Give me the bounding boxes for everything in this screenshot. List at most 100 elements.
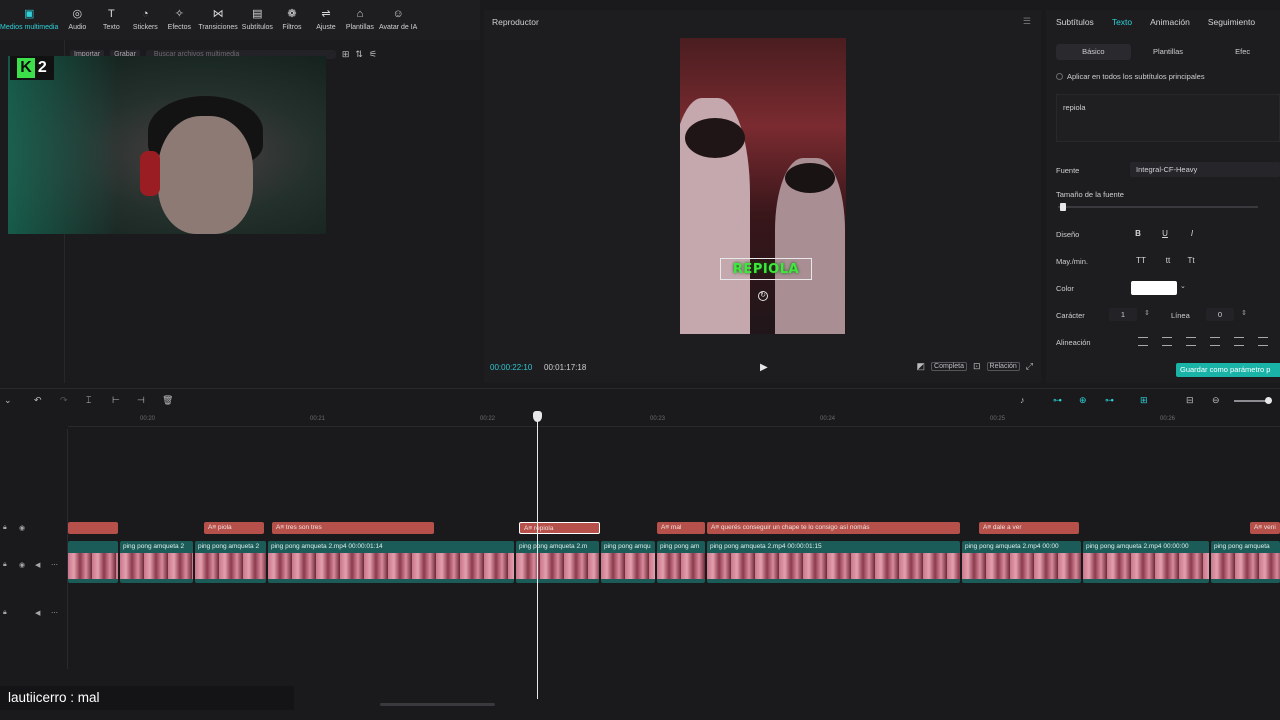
more-icon[interactable]: ⋯ [51, 609, 58, 617]
subtab-templates[interactable]: Plantillas [1131, 44, 1206, 60]
tool-media[interactable]: ▣ Medios multimedia [0, 8, 58, 31]
bold-button[interactable]: B [1131, 227, 1145, 241]
more-icon[interactable]: ⋯ [51, 561, 58, 569]
zoom-slider-handle[interactable] [1265, 397, 1272, 404]
line-stepper-icon[interactable]: ⇕ [1241, 309, 1247, 317]
microphone-icon[interactable]: ♪ [1020, 395, 1025, 405]
font-size-slider-handle[interactable] [1060, 203, 1066, 211]
link-icon[interactable]: ⊶ [1053, 395, 1062, 406]
lowercase-button[interactable]: tt [1161, 254, 1175, 268]
tool-audio[interactable]: ◎ Audio [62, 8, 92, 31]
font-size-slider[interactable] [1058, 206, 1258, 208]
split-icon[interactable]: ⌶ [86, 395, 91, 406]
video-clip[interactable]: ping pong amqueta 2 [195, 541, 266, 583]
playhead-line[interactable] [537, 411, 538, 699]
tool-adjust[interactable]: ⇌ Ajuste [311, 8, 341, 31]
video-clip[interactable]: ping pong amqueta [1211, 541, 1280, 583]
timeline-scrollbar[interactable] [380, 703, 495, 706]
delete-icon[interactable]: 🗑 [162, 395, 173, 406]
character-spacing-input[interactable]: 1 [1109, 308, 1137, 321]
tool-filters[interactable]: ❁ Filtros [277, 8, 307, 31]
zoom-fit-icon[interactable]: ⊡ [973, 361, 981, 372]
uppercase-button[interactable]: TT [1134, 254, 1148, 268]
snap-icon[interactable]: ⊶ [1105, 395, 1114, 406]
full-button[interactable]: Completa [931, 362, 967, 371]
trim-right-icon[interactable]: ⊣ [137, 395, 145, 406]
apply-all-toggle[interactable]: Aplicar en todos los subtítulos principa… [1056, 72, 1205, 81]
magnet-icon[interactable]: ⊕ [1079, 395, 1087, 406]
eye-icon[interactable]: ◉ [19, 561, 25, 569]
caption-clip-selected[interactable]: A≡ repiola [519, 522, 600, 534]
video-clip[interactable]: ping pong amqueta 2.mp4 00:00:00 [1083, 541, 1209, 583]
font-select[interactable]: Integral-CF-Heavy [1130, 162, 1280, 177]
tab-text[interactable]: Texto [1112, 17, 1132, 27]
tool-subtitles[interactable]: ▤ Subtítulos [242, 8, 273, 31]
align-center-icon[interactable] [1162, 337, 1172, 346]
lock-icon[interactable]: 🔒︎ [3, 609, 7, 617]
video-clip[interactable]: ping pong amqueta 2 [120, 541, 193, 583]
tab-tracking[interactable]: Seguimiento [1208, 17, 1255, 27]
caption-selection-box[interactable]: REPIOLA [720, 258, 812, 280]
tool-templates[interactable]: ⌂ Plantillas [345, 8, 375, 31]
video-preview[interactable]: REPIOLA ↻ [680, 38, 846, 334]
tab-subtitles[interactable]: Subtítulos [1056, 17, 1094, 27]
subtab-basic[interactable]: Básico [1056, 44, 1131, 60]
caption-text-field[interactable]: repiola [1056, 94, 1280, 142]
caption-clip[interactable]: A≡ piola [204, 522, 264, 534]
ratio-button[interactable]: Relación [986, 362, 1020, 371]
caption-clip[interactable]: A≡ veni [1250, 522, 1280, 534]
tab-animation[interactable]: Animación [1150, 17, 1190, 27]
play-button[interactable]: ▶ [760, 362, 768, 373]
align-top-icon[interactable] [1210, 337, 1220, 346]
sort-icon[interactable]: ⇅ [355, 49, 363, 60]
fullscreen-icon[interactable]: ⤢ [1026, 361, 1033, 372]
playhead-handle[interactable] [533, 411, 542, 422]
align-right-icon[interactable] [1186, 337, 1196, 346]
tool-stickers[interactable]: ◔ Stickers [130, 8, 160, 31]
preview-axis-icon[interactable]: ⊞ [1140, 395, 1148, 406]
video-clip[interactable]: ping pong amqueta 2.mp4 00:00:01:15 [707, 541, 960, 583]
apply-all-checkbox[interactable] [1056, 73, 1063, 80]
menu-icon[interactable]: ☰ [1023, 16, 1031, 27]
trim-left-icon[interactable]: ⊢ [112, 395, 120, 406]
tool-ai-avatar[interactable]: ☺ Avatar de IA [379, 8, 417, 31]
tool-transitions[interactable]: ⋈ Transiciones [198, 8, 237, 31]
filter-list-icon[interactable]: ⚟ [369, 49, 377, 60]
color-swatch[interactable] [1131, 281, 1177, 295]
lock-icon[interactable]: 🔒︎ [3, 524, 7, 532]
time-ruler[interactable]: 00:20 00:21 00:22 00:23 00:24 00:25 00:2… [68, 413, 1280, 427]
lock-icon[interactable]: 🔒︎ [3, 561, 7, 569]
video-clip[interactable]: ping pong amqueta 2.mp4 00:00 [962, 541, 1081, 583]
caption-clip[interactable] [68, 522, 118, 534]
caption-clip[interactable]: A≡ tres son tres [272, 522, 434, 534]
caption-clip[interactable]: A≡ querés conseguir un chape te lo consi… [707, 522, 960, 534]
chevron-down-icon[interactable]: ⌄ [1180, 282, 1186, 290]
zoom-out-icon[interactable]: ⊖ [1212, 395, 1220, 406]
redo-icon[interactable]: ↷ [60, 395, 68, 406]
align-bottom-icon[interactable] [1258, 337, 1268, 346]
align-middle-icon[interactable] [1234, 337, 1244, 346]
caption-track-icon[interactable]: ⊟ [1186, 395, 1194, 406]
caption-clip[interactable]: A≡ mal [657, 522, 705, 534]
audio-mute-icon[interactable]: ◀ [35, 561, 40, 569]
grid-view-icon[interactable]: ⊞ [342, 49, 350, 60]
undo-icon[interactable]: ↶ [34, 395, 42, 406]
character-stepper-icon[interactable]: ⇕ [1144, 309, 1150, 317]
video-clip[interactable]: ping pong amqu [601, 541, 655, 583]
subtab-effects[interactable]: Efec [1205, 44, 1280, 60]
tool-effects[interactable]: ✧ Efectos [164, 8, 194, 31]
underline-button[interactable]: U [1158, 227, 1172, 241]
italic-button[interactable]: I [1185, 227, 1199, 241]
audio-mute-icon[interactable]: ◀ [35, 609, 40, 617]
video-clip[interactable]: ping pong amqueta 2.m [516, 541, 599, 583]
eye-icon[interactable]: ◉ [19, 524, 25, 532]
crop-icon[interactable]: ◩ [917, 361, 926, 372]
video-clip[interactable]: ping pong amqueta 2.mp4 00:00:01:14 [268, 541, 514, 583]
line-spacing-input[interactable]: 0 [1206, 308, 1234, 321]
align-left-icon[interactable] [1138, 337, 1148, 346]
save-preset-button[interactable]: Guardar como parámetro p [1176, 363, 1280, 377]
tool-text[interactable]: T Texto [96, 8, 126, 31]
rotate-handle-icon[interactable]: ↻ [758, 291, 768, 301]
caption-clip[interactable]: A≡ dale a ver [979, 522, 1079, 534]
chevron-down-icon[interactable]: ⌄ [4, 395, 12, 406]
